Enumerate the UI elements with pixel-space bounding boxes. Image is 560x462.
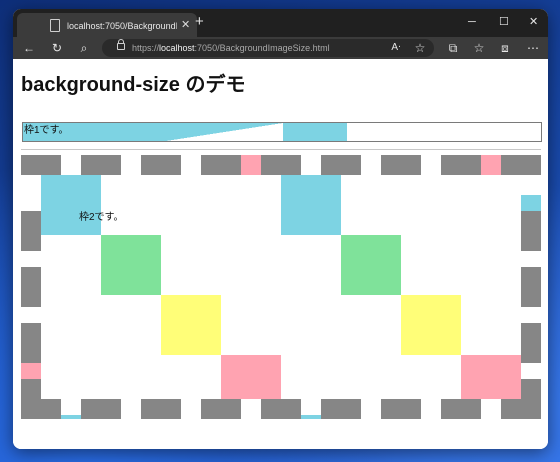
- border-gap-pink: [21, 363, 41, 379]
- border-dash: [441, 399, 481, 419]
- box-1: 枠1です。: [22, 122, 542, 142]
- refresh-icon[interactable]: ↻: [49, 40, 65, 56]
- border-dash: [321, 155, 361, 175]
- tile-cyan: [281, 175, 341, 235]
- border-gap-pink: [481, 155, 501, 175]
- url-prefix: https://: [132, 43, 160, 53]
- search-icon[interactable]: ⌕: [76, 40, 92, 56]
- window-close-icon[interactable]: ✕: [529, 15, 538, 29]
- border-dash: [261, 399, 301, 419]
- box1-text: 枠1です。: [24, 125, 69, 136]
- box-2: 枠2です。: [21, 155, 541, 419]
- back-icon[interactable]: ←: [21, 40, 37, 56]
- border-dash: [21, 399, 61, 419]
- document-icon: [50, 19, 60, 32]
- maximize-icon[interactable]: ☐: [499, 15, 509, 29]
- border-gap-cyan: [61, 415, 81, 419]
- tile-yellow: [161, 295, 221, 355]
- border-dash: [201, 155, 241, 175]
- tile-yellow: [401, 295, 461, 355]
- tile-pink: [461, 355, 521, 399]
- border-dash: [381, 399, 421, 419]
- tile-green: [341, 235, 401, 295]
- border-dash: [441, 155, 481, 175]
- border-dash: [21, 155, 61, 175]
- more-icon[interactable]: ⋯: [525, 40, 541, 56]
- border-dash: [381, 155, 421, 175]
- border-dash: [141, 399, 181, 419]
- page-content: background-size のデモ 枠1です。 枠2です。: [13, 59, 548, 449]
- split-screen-icon[interactable]: ⧉: [445, 40, 461, 56]
- minimize-icon[interactable]: ─: [468, 15, 476, 29]
- lock-icon[interactable]: [117, 39, 125, 50]
- box1-cyan-tile: [283, 123, 347, 141]
- page-title: background-size のデモ: [21, 74, 246, 96]
- border-dash: [521, 267, 541, 307]
- border-dash: [141, 155, 181, 175]
- border-gap-pink: [241, 155, 261, 175]
- box2-text: 枠2です。: [79, 212, 124, 223]
- border-gap-cyan: [301, 415, 321, 419]
- border-dash: [521, 323, 541, 363]
- browser-window: localhost:7050/BackgroundImageSize.html …: [13, 9, 548, 449]
- url-rest: :7050/BackgroundImageSize.html: [194, 43, 330, 53]
- border-dash: [261, 155, 301, 175]
- border-dash: [501, 155, 541, 175]
- border-dash: [21, 267, 41, 307]
- tile-pink: [221, 355, 281, 399]
- url-host: localhost: [159, 43, 195, 53]
- collections-icon[interactable]: ⧈: [497, 40, 513, 56]
- border-dash: [521, 211, 541, 251]
- border-dash: [521, 379, 541, 399]
- border-dash: [501, 399, 541, 419]
- title-bar: localhost:7050/BackgroundImageSize.html …: [13, 9, 548, 37]
- tab-title: localhost:7050/BackgroundImageSize.html: [67, 21, 177, 31]
- read-aloud-icon[interactable]: Aᐧ: [388, 40, 404, 56]
- border-dash: [201, 399, 241, 419]
- browser-tab[interactable]: localhost:7050/BackgroundImageSize.html …: [17, 13, 197, 37]
- border-gap-cyan: [521, 195, 541, 211]
- url-text: https://localhost:7050/BackgroundImageSi…: [132, 41, 330, 55]
- border-dash: [21, 379, 41, 399]
- tile-cyan: [41, 175, 101, 235]
- border-dash: [21, 323, 41, 363]
- favorite-icon[interactable]: ☆: [412, 40, 428, 56]
- browser-toolbar: ← ↻ ⌕ https://localhost:7050/BackgroundI…: [13, 37, 548, 59]
- border-dash: [321, 399, 361, 419]
- tile-green: [101, 235, 161, 295]
- horizontal-rule: [21, 149, 541, 150]
- favorites-list-icon[interactable]: ☆: [471, 40, 487, 56]
- close-tab-icon[interactable]: ✕: [181, 18, 190, 32]
- border-dash: [81, 155, 121, 175]
- border-dash: [21, 211, 41, 251]
- address-bar[interactable]: https://localhost:7050/BackgroundImageSi…: [102, 39, 434, 57]
- new-tab-icon[interactable]: +: [195, 14, 204, 30]
- border-dash: [81, 399, 121, 419]
